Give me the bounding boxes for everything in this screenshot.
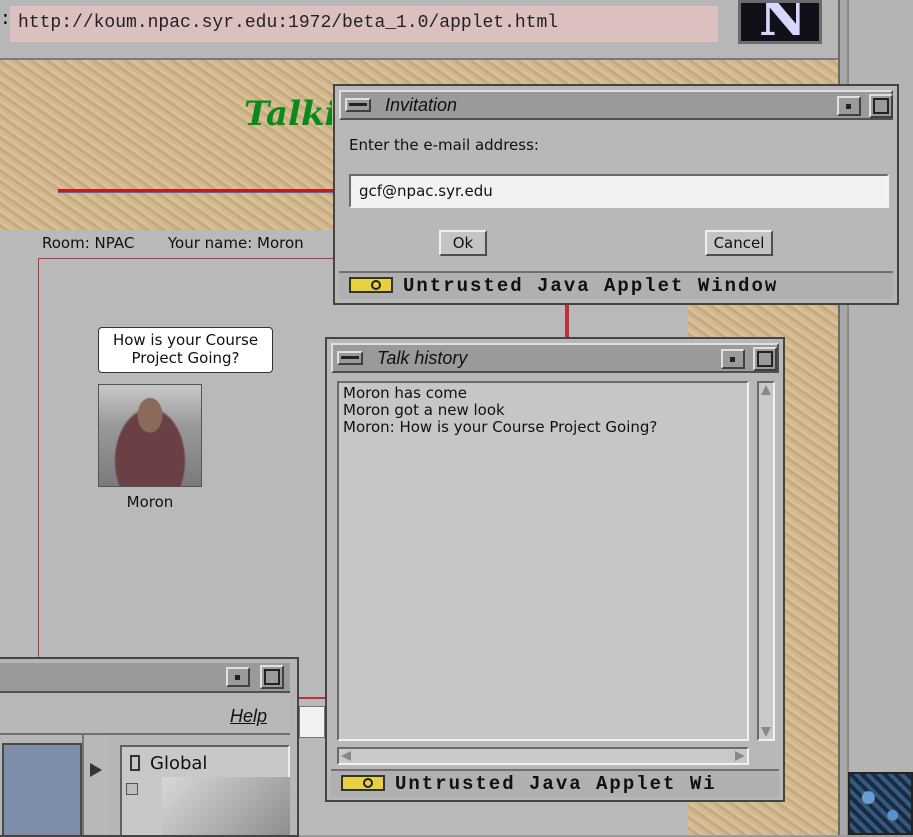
horizontal-scrollbar[interactable] [337,747,749,765]
text-field[interactable] [299,706,325,738]
room-status-bar: Room: NPAC Your name: Moron [42,234,304,252]
minimize-icon[interactable] [837,96,861,116]
maximize-icon[interactable] [260,665,284,689]
menu-bar: Help [0,699,290,735]
scroll-up-icon[interactable] [761,385,771,395]
browser-location-bar: : http://koum.npac.syr.edu:1972/beta_1.0… [0,0,838,60]
key-lock-icon [349,277,393,293]
control-window-titlebar[interactable] [0,663,290,693]
control-window: Help Global [0,657,299,837]
image-preview-panel [2,743,82,835]
room-list[interactable]: Global [120,745,290,835]
netscape-logo-icon[interactable]: N [738,0,822,44]
untrusted-label: Untrusted Java Applet Wi [395,773,717,795]
window-title: Invitation [385,95,458,115]
avatar-name: Moron [126,493,174,511]
speech-bubble: How is your Course Project Going? [98,327,273,373]
history-textarea[interactable]: Moron has come Moron got a new look Moro… [337,381,749,741]
history-line: Moron got a new look [343,401,505,419]
minimize-icon[interactable] [721,349,745,369]
history-line: Moron has come [343,384,467,402]
ok-button[interactable]: Ok [439,230,487,256]
list-item-global[interactable]: Global [150,753,207,774]
stage-border-marker [299,697,325,699]
history-line: Moron: How is your Course Project Going? [343,418,658,436]
maximize-icon[interactable] [869,94,893,118]
arrow-right-icon [90,763,102,777]
key-lock-icon [341,775,385,791]
window-menu-icon[interactable] [345,98,371,112]
scroll-left-icon[interactable] [341,751,351,761]
invitation-titlebar[interactable]: Invitation [339,90,893,120]
untrusted-applet-banner: Untrusted Java Applet Wi [331,769,779,797]
vertical-scrollbar[interactable] [757,381,775,741]
scroll-right-icon[interactable] [735,751,745,761]
window-title: Talk history [377,348,468,368]
cancel-button[interactable]: Cancel [705,230,773,256]
arrow-button[interactable] [82,735,108,835]
talk-history-titlebar[interactable]: Talk history [331,343,779,373]
list-item-checkbox[interactable] [130,755,140,771]
minimize-icon[interactable] [226,667,250,687]
maximize-icon[interactable] [753,347,777,371]
url-text: http://koum.npac.syr.edu:1972/beta_1.0/a… [18,13,559,33]
list-item-preview [162,777,290,835]
stage-border-marker [565,300,569,338]
invitation-dialog: Invitation Enter the e-mail address: gcf… [333,84,899,305]
scroll-down-icon[interactable] [761,727,771,737]
room-label: Room: NPAC [42,234,135,252]
talk-history-window: Talk history Moron has come Moron got a … [325,337,785,802]
page-title: Talki [244,94,332,134]
email-prompt: Enter the e-mail address: [349,136,539,154]
decorative-tile-image [848,772,913,835]
avatar[interactable] [98,384,202,487]
your-name-label: Your name: Moron [167,234,304,252]
email-field[interactable]: gcf@npac.syr.edu [349,174,889,208]
untrusted-applet-banner: Untrusted Java Applet Window [339,271,893,299]
window-menu-icon[interactable] [337,351,363,365]
url-input[interactable]: http://koum.npac.syr.edu:1972/beta_1.0/a… [10,6,718,42]
untrusted-label: Untrusted Java Applet Window [403,275,779,297]
list-item-checkbox[interactable] [126,783,138,795]
title-divider [58,189,338,193]
help-menu[interactable]: Help [230,706,267,727]
